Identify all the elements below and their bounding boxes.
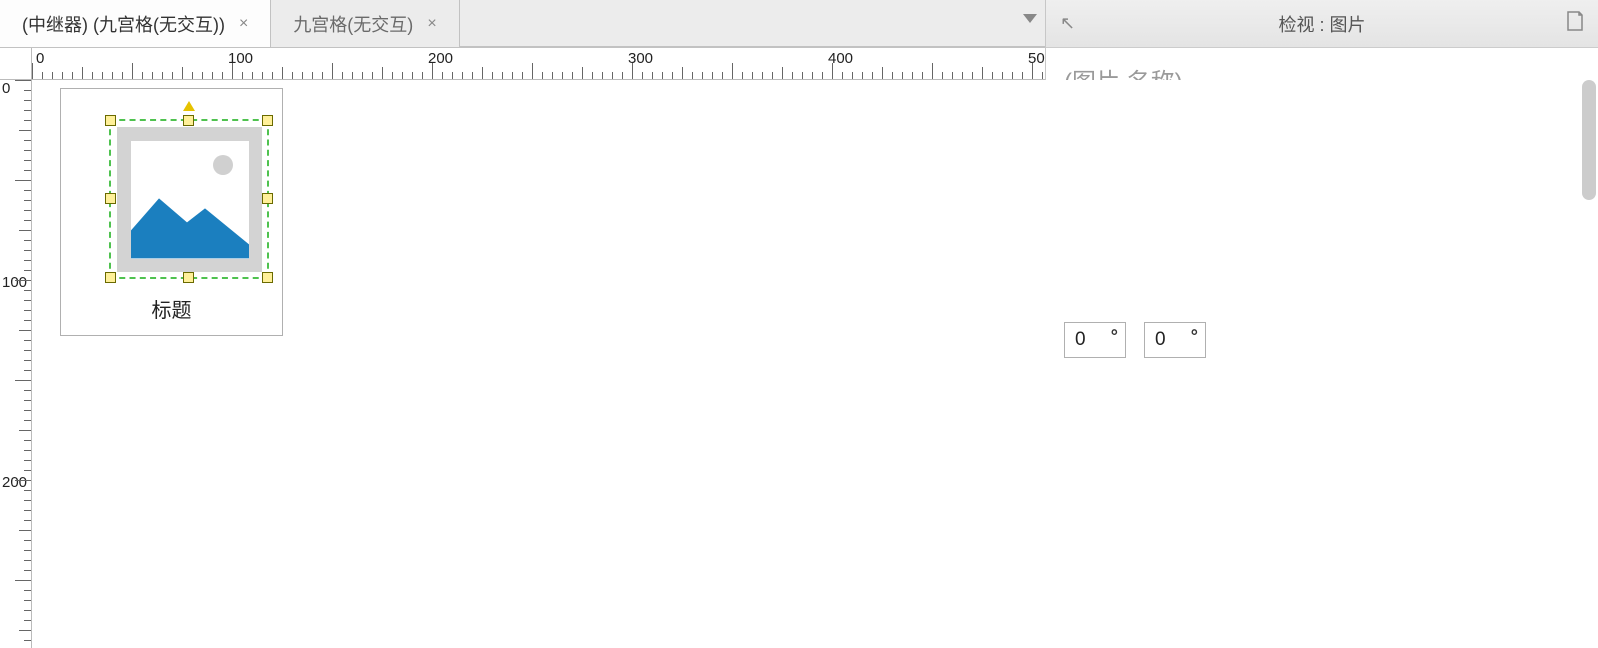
repeater-widget[interactable]: 标题 xyxy=(60,88,283,336)
ruler-label: 200 xyxy=(2,474,27,491)
vertical-ruler: 0 100 200 xyxy=(0,80,32,648)
chevron-down-icon xyxy=(1023,14,1037,23)
design-canvas[interactable]: 标题 xyxy=(32,80,1598,648)
rotate-handle[interactable] xyxy=(183,101,195,111)
document-tabs: (中继器) (九宫格(无交互)) × 九宫格(无交互) × xyxy=(0,0,1045,48)
ruler-label: 0 xyxy=(36,50,44,67)
text-rotation-input[interactable] xyxy=(1144,322,1206,358)
close-icon[interactable]: × xyxy=(239,15,248,33)
horizontal-ruler: 0 100 200 300 400 500 xyxy=(32,48,1045,80)
resize-handle-e[interactable] xyxy=(262,193,273,204)
ruler-corner xyxy=(0,48,32,80)
resize-handle-n[interactable] xyxy=(183,115,194,126)
tab-label: 九宫格(无交互) xyxy=(293,11,413,37)
resize-handle-ne[interactable] xyxy=(262,115,273,126)
tab-inactive[interactable]: 九宫格(无交互) × xyxy=(271,0,459,47)
ruler-label: 0 xyxy=(2,80,10,97)
resize-handle-nw[interactable] xyxy=(105,115,116,126)
resize-handle-se[interactable] xyxy=(262,272,273,283)
close-icon[interactable]: × xyxy=(427,15,436,33)
widget-title: 标题 xyxy=(61,294,282,323)
tab-overflow[interactable] xyxy=(460,0,1045,47)
rotation-input[interactable] xyxy=(1064,322,1126,358)
inspector-header: ↖ 检视 : 图片 xyxy=(1046,0,1598,48)
tab-label: (中继器) (九宫格(无交互)) xyxy=(22,11,225,37)
ruler-label: 500 xyxy=(1028,50,1045,67)
resize-handle-w[interactable] xyxy=(105,193,116,204)
inspector-title: 检视 : 图片 xyxy=(1278,11,1365,37)
note-icon[interactable] xyxy=(1566,11,1584,36)
resize-handle-sw[interactable] xyxy=(105,272,116,283)
collapse-icon[interactable]: ↖ xyxy=(1060,13,1075,34)
ruler-label: 100 xyxy=(2,274,27,291)
selection-outline[interactable] xyxy=(109,119,269,279)
scrollbar-vertical[interactable] xyxy=(1582,80,1596,200)
resize-handle-s[interactable] xyxy=(183,272,194,283)
tab-active[interactable]: (中继器) (九宫格(无交互)) × xyxy=(0,0,271,47)
